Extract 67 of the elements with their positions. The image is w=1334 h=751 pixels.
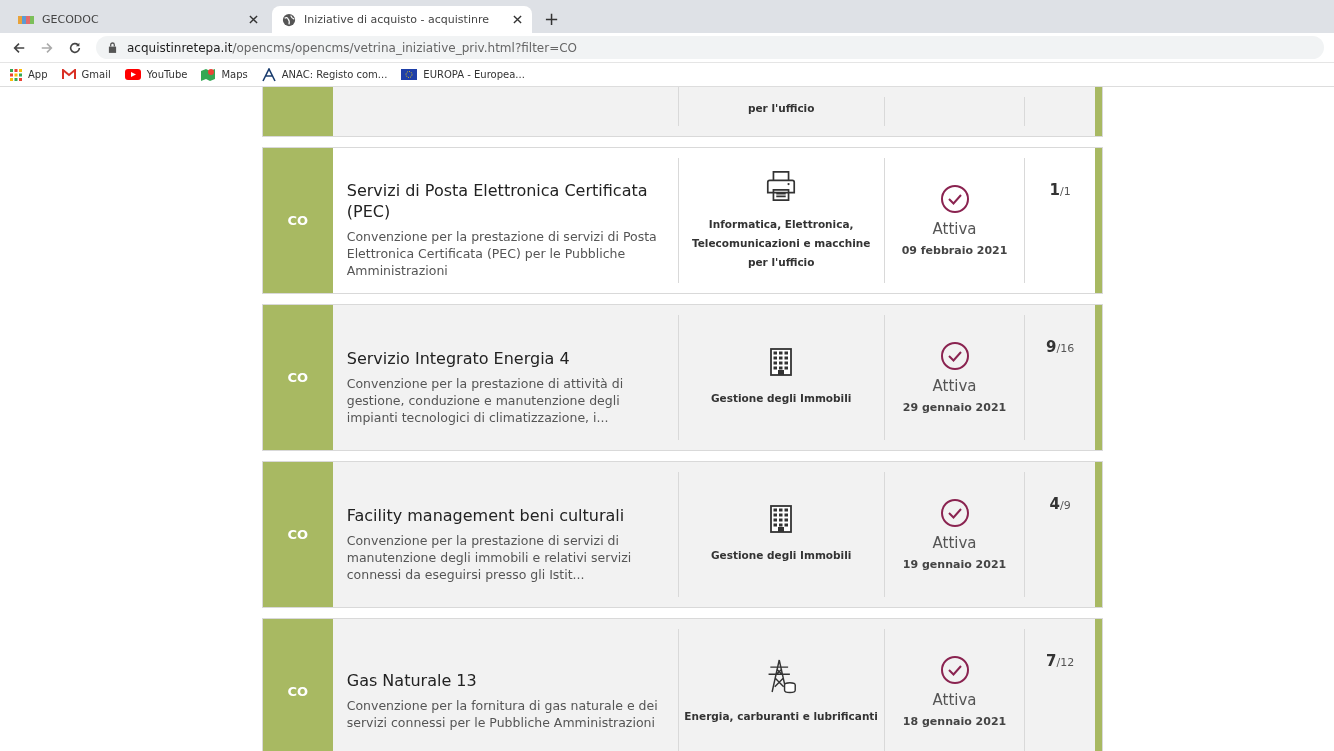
tab-title: GECODOC xyxy=(42,13,100,26)
mail-logo-icon xyxy=(61,69,76,80)
reload-icon[interactable] xyxy=(68,40,82,55)
initiative-title[interactable]: Servizio Integrato Energia 4 xyxy=(346,347,664,369)
initiative-description: Convenzione per la prestazione di servizi di manutenzione degli immobili e relativi servizi connessi da eseguirsi presso gli Istit... xyxy=(346,531,633,583)
initiative-description: Convenzione per la prestazione di servizi di Posta Elettronica Certificata (PEC) per le Pubbliche Amministrazioni xyxy=(346,228,658,279)
browser-tab[interactable]: Iniziative di acquisto - acquistinre xyxy=(272,6,532,33)
type-label: CO xyxy=(287,370,309,385)
address-field[interactable]: acquistinretepa.it/opencms/opencms/vetrina_iniziative_priv.html?filter=CO xyxy=(96,36,1324,59)
initiative-title[interactable]: Facility management beni culturali xyxy=(346,504,664,526)
status-label: Attiva xyxy=(932,691,977,709)
bookmark[interactable]: EUROPA - Europea... xyxy=(401,69,525,80)
apps-grid-icon xyxy=(10,68,22,81)
type-band xyxy=(263,87,333,136)
initiative-title[interactable]: Gas Naturale 13 xyxy=(346,670,664,691)
lot-count: 1/1 xyxy=(1049,180,1071,199)
status-label: Attiva xyxy=(932,220,977,238)
lot-count: 4/9 xyxy=(1049,494,1071,513)
initiative-card[interactable]: per l'ufficio xyxy=(262,87,1103,137)
initiative-card[interactable] xyxy=(262,304,1103,451)
bookmark[interactable]: YouTube xyxy=(124,69,188,80)
lock-icon xyxy=(108,42,117,53)
category-label: Gestione degli Immobili xyxy=(710,391,852,406)
type-label: CO xyxy=(287,527,309,542)
bookmark[interactable]: App xyxy=(10,68,48,81)
close-icon[interactable] xyxy=(513,15,522,24)
initiative-title[interactable]: Servizi di Posta Elettronica Certificata (PEC) xyxy=(346,180,664,222)
close-icon[interactable] xyxy=(249,15,258,24)
app-logo-icon xyxy=(18,14,34,25)
map-pin-icon xyxy=(201,67,216,82)
type-label: CO xyxy=(287,213,309,228)
letter-a-logo-icon xyxy=(261,67,276,82)
flag-icon xyxy=(401,69,418,80)
date-label: 29 gennaio 2021 xyxy=(902,401,1007,414)
status-label: Attiva xyxy=(932,377,977,395)
status-label: Attiva xyxy=(932,534,977,552)
initiative-description: Convenzione per la fornitura di gas naturale e dei servizi connessi per le Pubbliche Amministrazioni xyxy=(346,697,659,731)
category-label: Informatica, Elettronica, Telecomunicazioni e macchine per l'ufficio xyxy=(690,217,872,270)
lot-count: 9/16 xyxy=(1046,337,1075,356)
card-stripe xyxy=(1095,87,1102,136)
url-path: /opencms/opencms/vetrina_iniziative_priv.html?filter=CO xyxy=(232,40,578,55)
initiative-card[interactable] xyxy=(262,147,1103,294)
date-label: 09 febbraio 2021 xyxy=(901,244,1008,257)
date-label: 19 gennaio 2021 xyxy=(902,558,1007,571)
check-circle-icon xyxy=(939,498,970,528)
check-circle-icon xyxy=(939,184,970,214)
category-label: Gestione degli Immobili xyxy=(710,548,852,563)
play-logo-icon xyxy=(124,69,141,80)
date-label: 18 gennaio 2021 xyxy=(902,715,1007,728)
globe-icon xyxy=(282,12,296,27)
check-circle-icon xyxy=(939,655,970,685)
category-label: per l'ufficio xyxy=(747,101,815,116)
bookmark[interactable]: Maps xyxy=(201,67,248,82)
check-circle-icon xyxy=(939,341,970,371)
initiative-card[interactable] xyxy=(262,461,1103,608)
browser-tab[interactable]: GECODOC xyxy=(8,6,268,33)
bookmark[interactable]: Gmail xyxy=(61,69,111,80)
bookmark[interactable]: ANAC: Registo com... xyxy=(261,67,388,82)
category-label: Energia, carburanti e lubrificanti xyxy=(684,709,878,724)
tab-title: Iniziative di acquisto - acquistinre xyxy=(304,13,490,26)
new-tab-button[interactable]: + xyxy=(536,8,568,33)
type-label: CO xyxy=(287,684,309,699)
url-host: acquistinretepa.it xyxy=(127,40,233,55)
lot-count: 7/12 xyxy=(1046,651,1075,670)
back-icon[interactable] xyxy=(12,40,26,55)
initiative-description: Convenzione per la prestazione di attività di gestione, conduzione e manutenzione degli impianti tecnologici di climatizzazione, i... xyxy=(346,374,625,426)
initiative-card[interactable]: CO Gas Naturale 13 Convenzione per la fornitura di gas naturale e dei servizi connessi per le Pubbliche Amministrazioni Energia, carburanti e lubrificanti Attiva 18 gennaio 2021 7/12 xyxy=(262,618,1103,751)
